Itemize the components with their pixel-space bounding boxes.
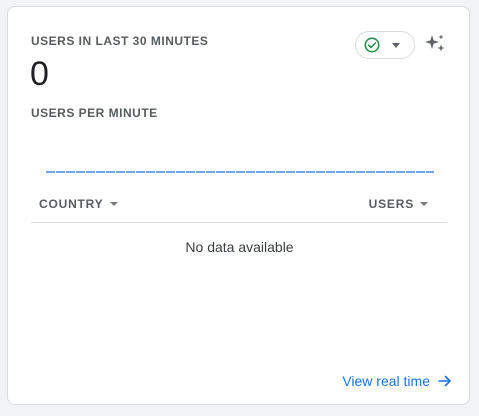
arrow-right-icon — [438, 375, 451, 387]
column-header-label: USERS — [368, 197, 414, 211]
metric-label: USERS IN LAST 30 MINUTES — [31, 34, 209, 48]
sort-caret-icon — [109, 202, 118, 206]
metric-value: 0 — [30, 55, 49, 93]
view-real-time-link[interactable]: View real time — [342, 373, 452, 389]
view-real-time-label: View real time — [342, 373, 430, 389]
chevron-down-icon — [392, 42, 400, 48]
users-per-minute-label: USERS PER MINUTE — [31, 106, 158, 120]
empty-state-message: No data available — [185, 239, 294, 255]
realtime-card: USERS IN LAST 30 MINUTES 0 USERS PER MIN… — [7, 6, 470, 405]
status-dropdown-button[interactable] — [355, 31, 415, 59]
users-per-minute-sparkline — [46, 171, 434, 173]
column-header-label: COUNTRY — [39, 197, 104, 211]
sort-caret-icon — [420, 202, 428, 206]
column-header-country[interactable]: COUNTRY — [39, 197, 118, 211]
sparkle-icon[interactable] — [423, 32, 447, 56]
check-circle-icon — [364, 37, 380, 53]
table-header: COUNTRY USERS — [31, 189, 447, 223]
column-header-users[interactable]: USERS — [369, 197, 428, 211]
